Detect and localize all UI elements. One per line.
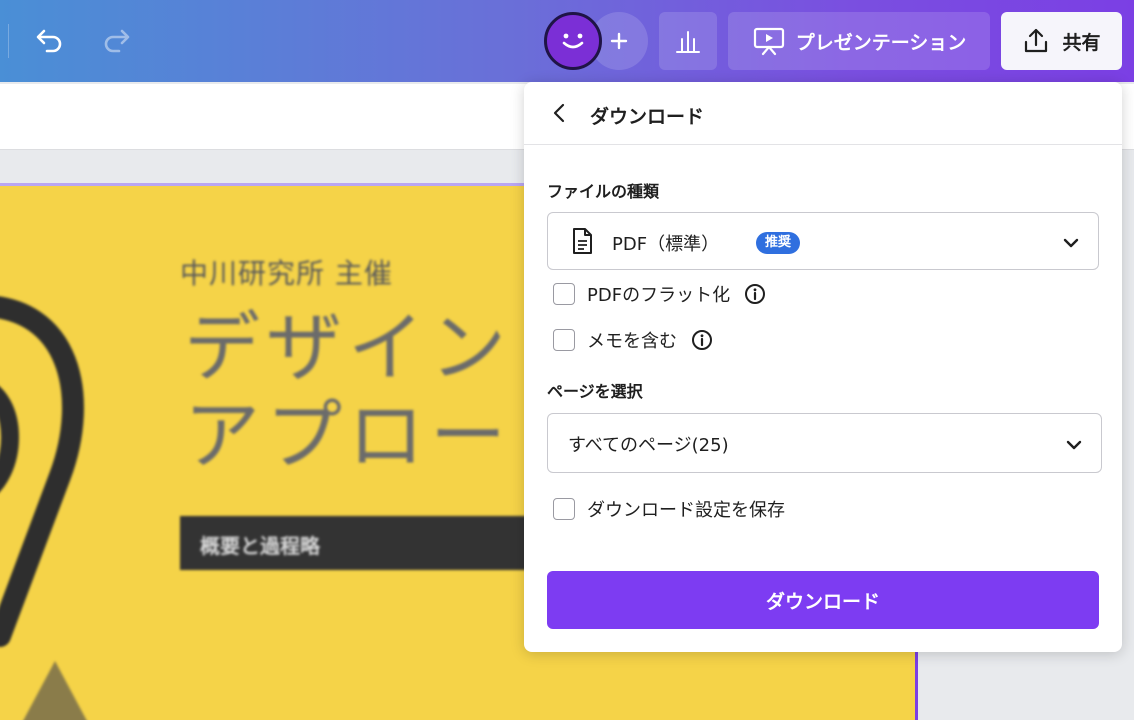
slide-pin-graphic xyxy=(0,296,84,647)
presentation-icon xyxy=(753,27,784,56)
undo-button[interactable] xyxy=(30,22,70,58)
save-settings-option[interactable]: ダウンロード設定を保存 xyxy=(553,496,785,522)
download-panel: ダウンロード ファイルの種類 PDF（標準） 推奨 PDFのフラット化 メモを含… xyxy=(524,82,1122,652)
insights-button[interactable] xyxy=(659,12,717,70)
file-type-value: PDF（標準） xyxy=(612,234,720,255)
file-type-select[interactable]: PDF（標準） 推奨 xyxy=(547,212,1099,270)
download-button[interactable]: ダウンロード xyxy=(547,571,1099,629)
file-type-label: ファイルの種類 xyxy=(547,182,660,201)
save-settings-label: ダウンロード設定を保存 xyxy=(587,500,785,521)
info-icon[interactable] xyxy=(744,283,766,305)
flatten-pdf-option[interactable]: PDFのフラット化 xyxy=(553,281,766,307)
page-select-value: すべてのページ(25) xyxy=(568,435,729,456)
chevron-left-icon xyxy=(553,103,565,123)
page-select-label: ページを選択 xyxy=(547,382,643,401)
chevron-down-icon xyxy=(1063,238,1079,248)
page-select[interactable]: すべてのページ(25) xyxy=(547,413,1102,473)
flatten-pdf-checkbox[interactable] xyxy=(553,283,575,305)
include-notes-label: メモを含む xyxy=(587,331,677,352)
redo-button[interactable] xyxy=(96,22,136,58)
save-settings-checkbox[interactable] xyxy=(553,498,575,520)
panel-title: ダウンロード xyxy=(590,106,705,128)
avatar-face-icon xyxy=(562,33,584,49)
chevron-down-icon xyxy=(1066,440,1082,450)
info-icon[interactable] xyxy=(691,329,713,351)
redo-icon xyxy=(104,29,130,53)
undo-icon xyxy=(36,29,62,53)
include-notes-option[interactable]: メモを含む xyxy=(553,327,713,353)
slide-triangle-graphic xyxy=(23,661,87,720)
share-button-label: 共有 xyxy=(1062,31,1101,54)
share-upload-icon xyxy=(1025,28,1048,53)
recommended-badge: 推奨 xyxy=(756,232,801,254)
document-icon xyxy=(573,228,592,254)
slide-title: デザイン アプロー xyxy=(184,303,512,480)
slide-tag: 概要と過程略 xyxy=(180,516,540,570)
user-avatar-button[interactable] xyxy=(544,12,602,70)
share-button[interactable]: 共有 xyxy=(1001,12,1122,70)
include-notes-checkbox[interactable] xyxy=(553,329,575,351)
present-button[interactable]: プレゼンテーション xyxy=(728,12,990,70)
flatten-pdf-label: PDFのフラット化 xyxy=(587,285,731,306)
toolbar-divider xyxy=(8,24,9,58)
back-button[interactable] xyxy=(544,98,574,128)
present-button-label: プレゼンテーション xyxy=(795,31,967,54)
download-panel-header: ダウンロード xyxy=(524,82,1122,145)
bar-chart-icon xyxy=(676,31,700,53)
top-toolbar: プレゼンテーション 共有 xyxy=(0,0,1134,82)
slide-subtitle: 中川研究所 主催 xyxy=(180,257,393,290)
